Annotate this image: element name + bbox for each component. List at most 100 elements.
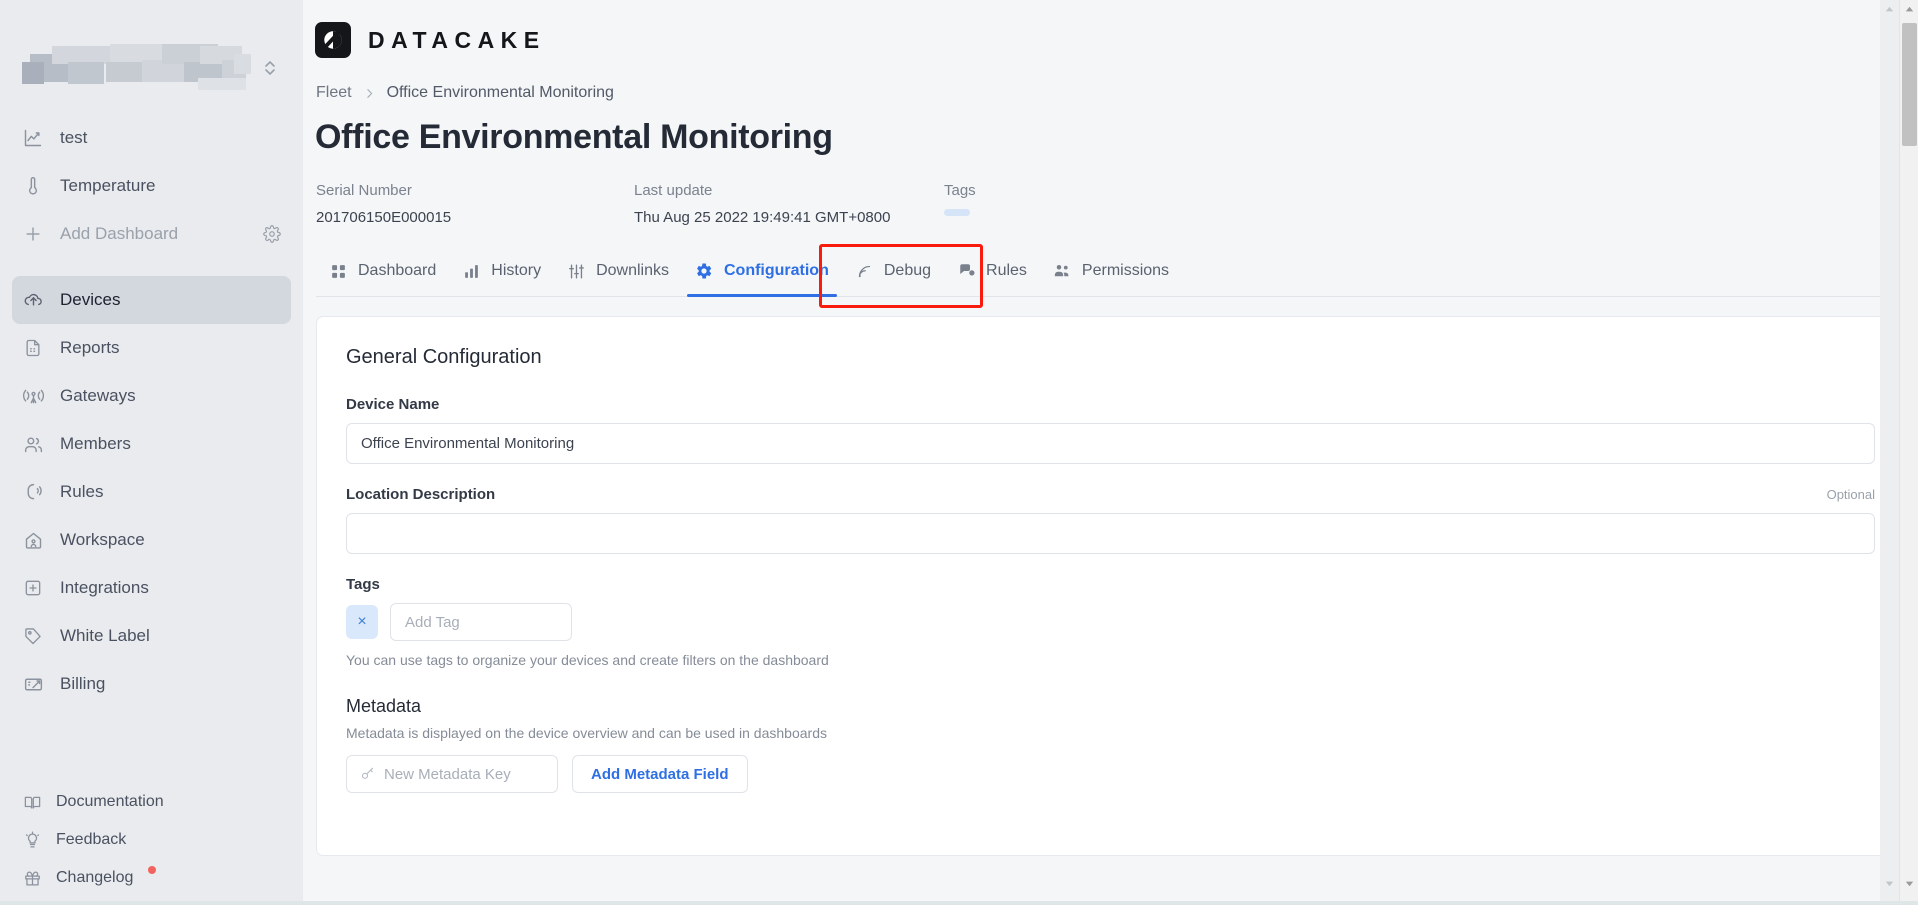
tags-row: × bbox=[346, 603, 1875, 641]
device-name-label-text: Device Name bbox=[346, 396, 439, 413]
tab-configuration[interactable]: Configuration bbox=[682, 249, 842, 296]
device-name-input[interactable]: Office Environmental Monitoring bbox=[346, 423, 1875, 464]
tab-debug[interactable]: Debug bbox=[842, 249, 944, 296]
metadata-controls: New Metadata Key Add Metadata Field bbox=[346, 755, 1875, 793]
breadcrumb-fleet[interactable]: Fleet bbox=[316, 84, 352, 102]
signal-icon bbox=[855, 262, 874, 281]
dashboard-list: test Temperature Add Dashboard bbox=[0, 110, 303, 258]
sidebar-item-workspace[interactable]: Workspace bbox=[12, 516, 291, 564]
add-dashboard-label: Add Dashboard bbox=[60, 224, 178, 244]
sidebar-item-reports[interactable]: Reports bbox=[12, 324, 291, 372]
chat-bubble-icon bbox=[957, 262, 976, 281]
sidebar-item-label: Gateways bbox=[60, 386, 136, 406]
chevron-right-icon bbox=[363, 87, 376, 100]
device-meta-row: Serial Number 201706150E000015 Last upda… bbox=[303, 157, 1918, 226]
dashboard-settings-gear-icon[interactable] bbox=[263, 225, 281, 243]
optional-hint: Optional bbox=[1827, 487, 1875, 502]
sidebar-item-test[interactable]: test bbox=[12, 114, 291, 162]
sidebar-item-label: Devices bbox=[60, 290, 120, 310]
bottom-accent-strip bbox=[0, 901, 1918, 905]
tab-dashboard[interactable]: Dashboard bbox=[316, 249, 449, 296]
caret-up-icon[interactable] bbox=[1880, 0, 1899, 19]
sidebar-item-label: Members bbox=[60, 434, 131, 454]
last-update-label: Last update bbox=[634, 182, 944, 199]
app-root: test Temperature Add Dashboard bbox=[0, 0, 1918, 905]
new-metadata-key-input[interactable]: New Metadata Key bbox=[346, 755, 558, 793]
tab-label: Dashboard bbox=[358, 262, 436, 280]
new-metadata-key-placeholder: New Metadata Key bbox=[384, 766, 511, 783]
lightbulb-icon bbox=[22, 830, 42, 850]
brand-name: DATACAKE bbox=[368, 27, 546, 54]
sidebar-item-label: White Label bbox=[60, 626, 150, 646]
page-title: Office Environmental Monitoring bbox=[303, 102, 1918, 157]
sidebar-item-integrations[interactable]: Integrations bbox=[12, 564, 291, 612]
tags-helper-text: You can use tags to organize your device… bbox=[346, 652, 1875, 668]
gift-icon bbox=[22, 868, 42, 888]
billing-card-icon bbox=[22, 673, 44, 695]
tab-history[interactable]: History bbox=[449, 249, 554, 296]
sidebar-item-label: Integrations bbox=[60, 578, 149, 598]
tab-label: Debug bbox=[884, 262, 931, 280]
scrollbar-thumb[interactable] bbox=[1902, 23, 1917, 146]
sidebar: test Temperature Add Dashboard bbox=[0, 0, 303, 905]
changelog-notification-badge bbox=[148, 866, 156, 874]
sidebar-footer-nav: Documentation Feedback bbox=[0, 783, 303, 905]
caret-down-icon[interactable] bbox=[1880, 874, 1899, 893]
tag-remove-button[interactable]: × bbox=[346, 605, 378, 639]
nav-divider-space bbox=[0, 258, 303, 272]
tab-rules[interactable]: Rules bbox=[944, 249, 1040, 296]
add-tag-input[interactable] bbox=[390, 603, 572, 641]
sidebar-item-label: Changelog bbox=[56, 869, 133, 887]
serial-number-value: 201706150E000015 bbox=[316, 209, 634, 226]
thermometer-icon bbox=[22, 175, 44, 197]
sidebar-item-white-label[interactable]: White Label bbox=[12, 612, 291, 660]
sidebar-item-rules[interactable]: Rules bbox=[12, 468, 291, 516]
home-icon bbox=[22, 529, 44, 551]
sidebar-item-documentation[interactable]: Documentation bbox=[12, 783, 291, 821]
sidebar-item-feedback[interactable]: Feedback bbox=[12, 821, 291, 859]
tag-badge bbox=[944, 209, 970, 216]
antenna-icon bbox=[22, 385, 44, 407]
tab-permissions[interactable]: Permissions bbox=[1040, 249, 1182, 296]
general-configuration-card: General Configuration Device Name Office… bbox=[316, 316, 1905, 856]
page-scrollbar[interactable] bbox=[1899, 0, 1918, 905]
tags-field-label-text: Tags bbox=[346, 576, 380, 593]
cloud-upload-icon bbox=[22, 289, 44, 311]
scrollbar-down-button[interactable] bbox=[1900, 874, 1918, 893]
add-dashboard-button[interactable]: Add Dashboard bbox=[12, 210, 291, 258]
workspace-selector[interactable] bbox=[0, 0, 303, 110]
sliders-icon bbox=[567, 262, 586, 281]
key-icon bbox=[360, 767, 375, 782]
tab-label: Rules bbox=[986, 262, 1027, 280]
people-icon bbox=[1053, 262, 1072, 281]
sidebar-item-label: Documentation bbox=[56, 793, 164, 811]
outer-scrollbar-track[interactable] bbox=[1880, 0, 1899, 905]
last-update-value: Thu Aug 25 2022 19:49:41 GMT+0800 bbox=[634, 209, 944, 226]
breadcrumb-current[interactable]: Office Environmental Monitoring bbox=[387, 84, 614, 102]
last-update-block: Last update Thu Aug 25 2022 19:49:41 GMT… bbox=[634, 182, 944, 226]
location-description-input[interactable] bbox=[346, 513, 1875, 554]
bell-wave-icon bbox=[22, 481, 44, 503]
sidebar-item-members[interactable]: Members bbox=[12, 420, 291, 468]
chevron-up-down-icon[interactable] bbox=[259, 53, 281, 83]
card-title: General Configuration bbox=[346, 346, 1875, 369]
sidebar-item-changelog[interactable]: Changelog bbox=[12, 859, 291, 897]
serial-number-block: Serial Number 201706150E000015 bbox=[316, 182, 634, 226]
report-document-icon bbox=[22, 337, 44, 359]
metadata-subtitle: Metadata is displayed on the device over… bbox=[346, 725, 1875, 741]
tab-downlinks[interactable]: Downlinks bbox=[554, 249, 682, 296]
sidebar-item-label: Billing bbox=[60, 674, 105, 694]
add-metadata-field-button[interactable]: Add Metadata Field bbox=[572, 755, 748, 793]
tab-label: Permissions bbox=[1082, 262, 1169, 280]
tab-label: History bbox=[491, 262, 541, 280]
sidebar-item-gateways[interactable]: Gateways bbox=[12, 372, 291, 420]
sidebar-item-temperature[interactable]: Temperature bbox=[12, 162, 291, 210]
sidebar-item-devices[interactable]: Devices bbox=[12, 276, 291, 324]
sidebar-item-label: Rules bbox=[60, 482, 103, 502]
book-icon bbox=[22, 792, 42, 812]
sidebar-item-billing[interactable]: Billing bbox=[12, 660, 291, 708]
device-name-label: Device Name bbox=[346, 396, 1875, 413]
scrollbar-up-button[interactable] bbox=[1900, 0, 1918, 19]
device-tabs: Dashboard History Downlinks bbox=[316, 250, 1905, 297]
sidebar-item-label: Reports bbox=[60, 338, 120, 358]
